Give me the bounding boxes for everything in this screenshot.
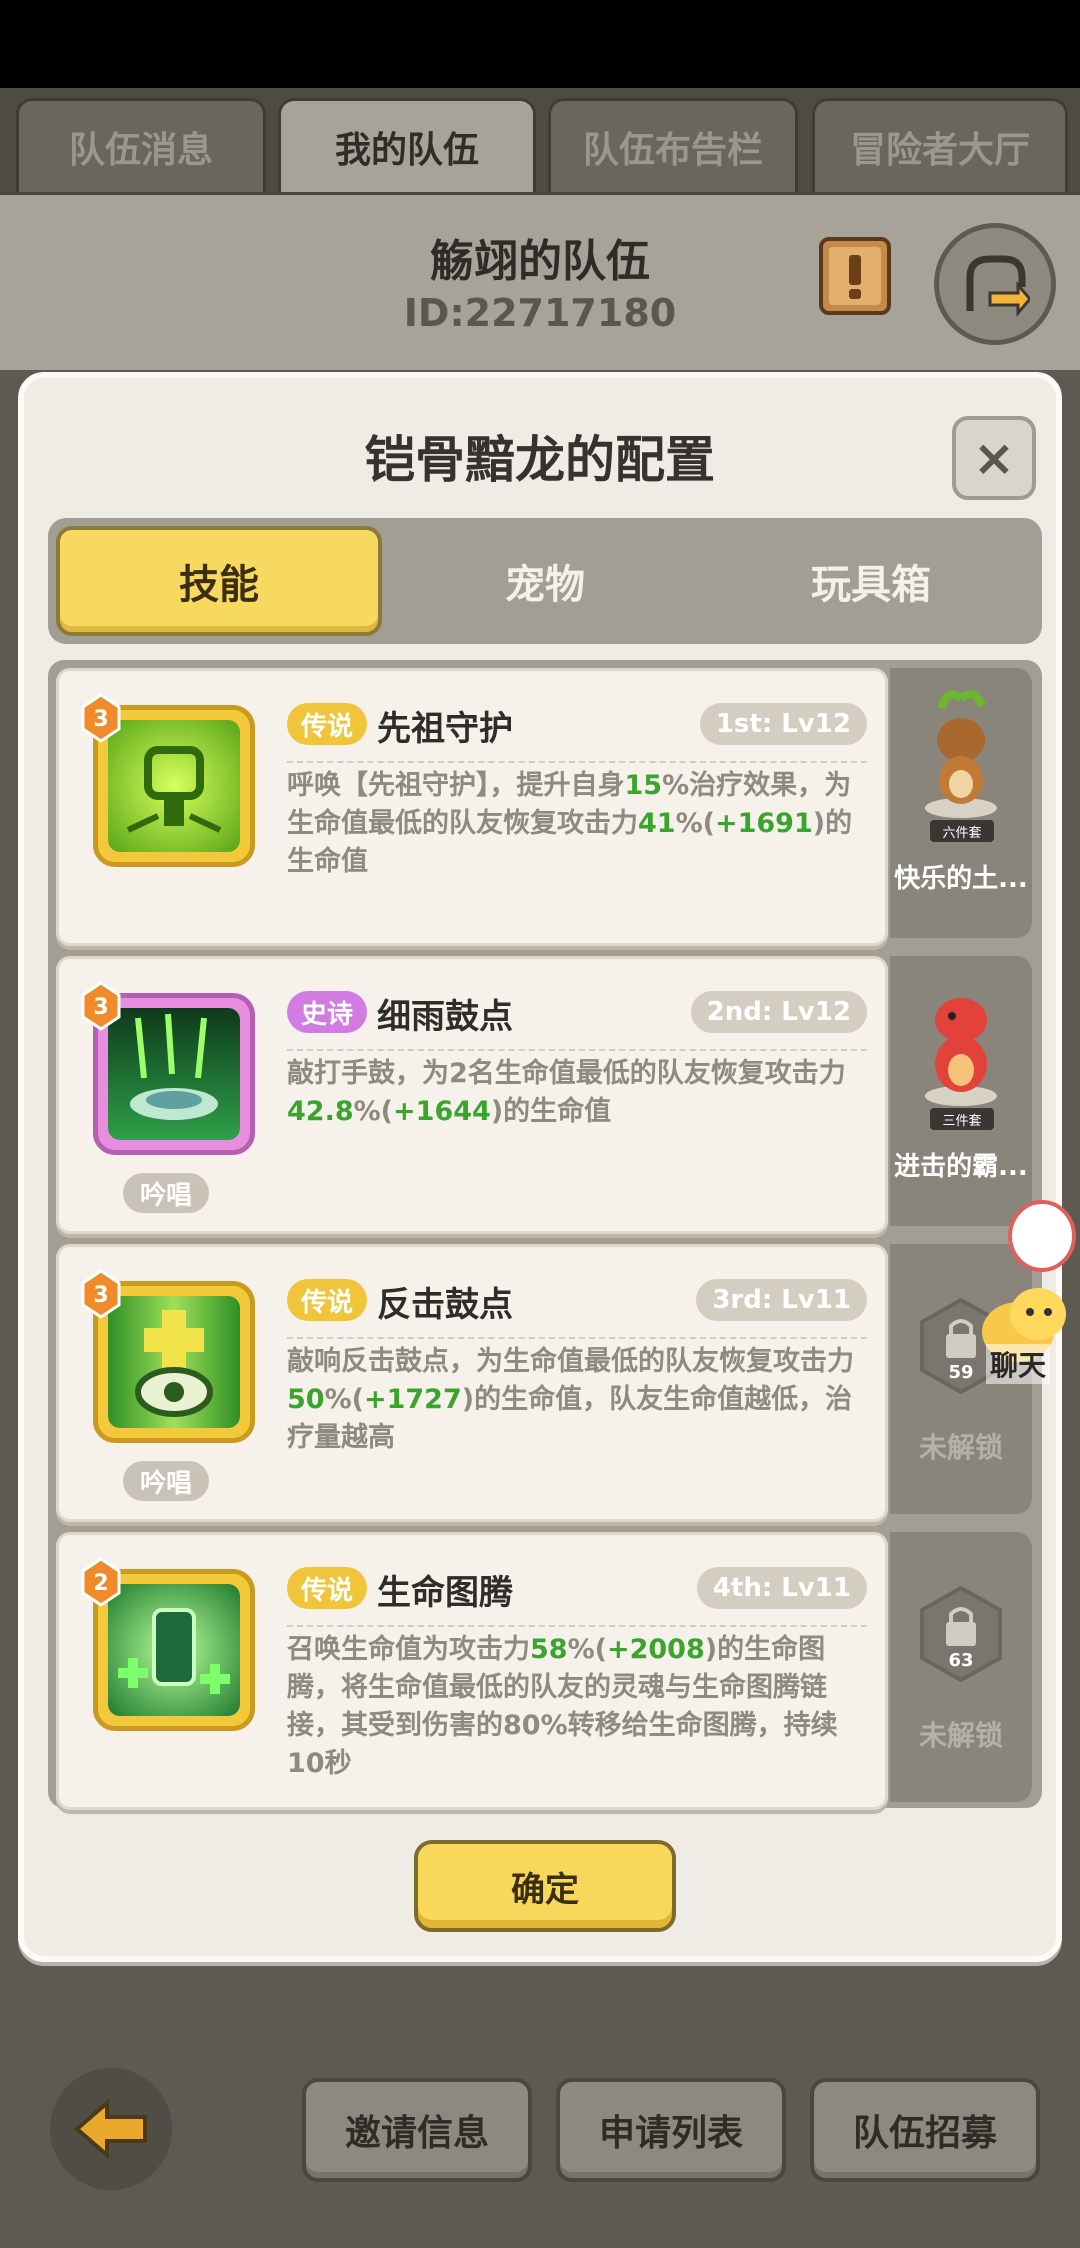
chant-tag: 吟唱 bbox=[123, 1173, 209, 1213]
team-id: ID:22717180 bbox=[403, 291, 677, 335]
invite-info-button[interactable]: 邀请信息 bbox=[302, 2078, 532, 2182]
skill-card[interactable]: 3 传说 先祖守护 1st: Lv12 呼唤【先祖守护】，提升自身15%治疗效果… bbox=[56, 668, 888, 946]
config-modal: 铠骨黯龙的配置 × 技能 宠物 玩具箱 3 传说 先祖守护 1st: Lv12 … bbox=[18, 372, 1062, 1962]
skill-list: 3 传说 先祖守护 1st: Lv12 呼唤【先祖守护】，提升自身15%治疗效果… bbox=[48, 660, 1042, 1810]
back-button[interactable] bbox=[50, 2068, 172, 2190]
ancestor-guard-icon bbox=[108, 720, 240, 852]
slot-level: 2nd: Lv12 bbox=[690, 991, 867, 1033]
team-name: 觞翊的队伍 bbox=[430, 236, 650, 287]
pet-name: 进击的霸... bbox=[894, 1152, 1028, 1182]
level-badge-icon: 3 bbox=[81, 981, 121, 1031]
level-badge-icon: 3 bbox=[81, 693, 121, 743]
chat-label[interactable]: 聊天 bbox=[986, 1344, 1051, 1384]
locked-label: 未解锁 bbox=[918, 1719, 1003, 1752]
svg-text:3: 3 bbox=[93, 707, 108, 732]
skill-description: 敲打手鼓，为2名生命值最低的队友恢复攻击力42.8%(+1644)的生命值 bbox=[287, 1058, 846, 1127]
slot-level: 4th: Lv11 bbox=[696, 1567, 867, 1609]
chant-tag: 吟唱 bbox=[123, 1461, 209, 1501]
set-tag: 三件套 bbox=[930, 1108, 994, 1130]
divider bbox=[287, 1625, 867, 1627]
tab-my-team[interactable]: 我的队伍 bbox=[278, 98, 536, 192]
skill-card[interactable]: 3 吟唱 传说 反击鼓点 3rd: Lv11 敲响反击鼓点，为生命值最低的队友恢… bbox=[56, 1244, 888, 1522]
back-arrow-icon bbox=[73, 2099, 147, 2159]
tab-team-bulletin[interactable]: 队伍布告栏 bbox=[548, 98, 798, 192]
tab-skills[interactable]: 技能 bbox=[56, 526, 382, 636]
skill-name: 反击鼓点 bbox=[377, 1285, 513, 1325]
pet-figure-icon bbox=[925, 998, 997, 1106]
skill-name: 先祖守护 bbox=[377, 709, 513, 749]
close-icon: × bbox=[973, 429, 1015, 487]
divider bbox=[287, 1337, 867, 1339]
slot-level: 1st: Lv12 bbox=[699, 703, 867, 745]
divider bbox=[287, 761, 867, 763]
svg-text:59: 59 bbox=[948, 1362, 973, 1383]
tab-team-messages[interactable]: 队伍消息 bbox=[16, 98, 266, 192]
rarity-badge: 史诗 bbox=[287, 991, 368, 1033]
skill-description: 呼唤【先祖守护】，提升自身15%治疗效果，为生命值最低的队友恢复攻击力41%(+… bbox=[287, 770, 853, 877]
skill-description: 敲响反击鼓点，为生命值最低的队友恢复攻击力50%(+1727)的生命值，队友生命… bbox=[287, 1346, 854, 1453]
divider bbox=[287, 1049, 867, 1051]
life-totem-icon bbox=[108, 1584, 240, 1716]
svg-text:63: 63 bbox=[948, 1650, 973, 1671]
svg-text:2: 2 bbox=[93, 1571, 108, 1596]
slot-level: 3rd: Lv11 bbox=[696, 1279, 867, 1321]
skill-name: 生命图腾 bbox=[377, 1573, 513, 1613]
locked-slot[interactable]: 63 未解锁 bbox=[890, 1532, 1032, 1802]
top-tab-bar: 队伍消息 我的队伍 队伍布告栏 冒险者大厅 bbox=[0, 88, 1080, 192]
locked-label: 未解锁 bbox=[918, 1431, 1003, 1464]
pet-figure-icon bbox=[925, 690, 997, 818]
application-list-button[interactable]: 申请列表 bbox=[556, 2078, 786, 2182]
counter-drum-icon bbox=[108, 1296, 240, 1428]
rarity-badge: 传说 bbox=[287, 1279, 368, 1321]
tab-pets[interactable]: 宠物 bbox=[382, 526, 708, 636]
exit-icon bbox=[966, 255, 1030, 318]
tab-toybox[interactable]: 玩具箱 bbox=[708, 526, 1034, 636]
team-header: 觞翊的队伍 ID:22717180 bbox=[0, 192, 1080, 370]
rarity-badge: 传说 bbox=[287, 1567, 368, 1609]
skill-card[interactable]: 3 吟唱 史诗 细雨鼓点 2nd: Lv12 敲打手鼓，为2名生命值最低的队友恢… bbox=[56, 956, 888, 1234]
exit-team-button[interactable] bbox=[934, 223, 1056, 345]
svg-text:3: 3 bbox=[93, 995, 108, 1020]
tab-adventurer-hall[interactable]: 冒险者大厅 bbox=[812, 98, 1068, 192]
close-button[interactable]: × bbox=[952, 416, 1036, 500]
set-tag: 六件套 bbox=[930, 820, 994, 842]
skill-description: 召唤生命值为攻击力58%(+2008)的生命图腾，将生命值最低的队友的灵魂与生命… bbox=[287, 1634, 838, 1779]
skill-name: 细雨鼓点 bbox=[377, 997, 513, 1037]
skill-card[interactable]: 2 传说 生命图腾 4th: Lv11 召唤生命值为攻击力58%(+2008)的… bbox=[56, 1532, 888, 1810]
scroll-icon[interactable] bbox=[815, 233, 895, 319]
modal-title: 铠骨黯龙的配置 bbox=[365, 431, 715, 489]
level-badge-icon: 2 bbox=[81, 1557, 121, 1607]
svg-text:3: 3 bbox=[93, 1283, 108, 1308]
pet-slot[interactable]: 六件套 快乐的土... bbox=[890, 668, 1032, 938]
segment-bar: 技能 宠物 玩具箱 bbox=[48, 518, 1042, 644]
drizzle-drum-icon bbox=[108, 1008, 240, 1140]
level-badge-icon: 3 bbox=[81, 1269, 121, 1319]
status-bar bbox=[0, 0, 1080, 88]
confirm-button[interactable]: 确定 bbox=[414, 1840, 676, 1932]
rarity-badge: 传说 bbox=[287, 703, 368, 745]
lock-icon: 63 bbox=[920, 1585, 1002, 1683]
pet-name: 快乐的土... bbox=[894, 864, 1028, 894]
team-recruit-button[interactable]: 队伍招募 bbox=[810, 2078, 1040, 2182]
